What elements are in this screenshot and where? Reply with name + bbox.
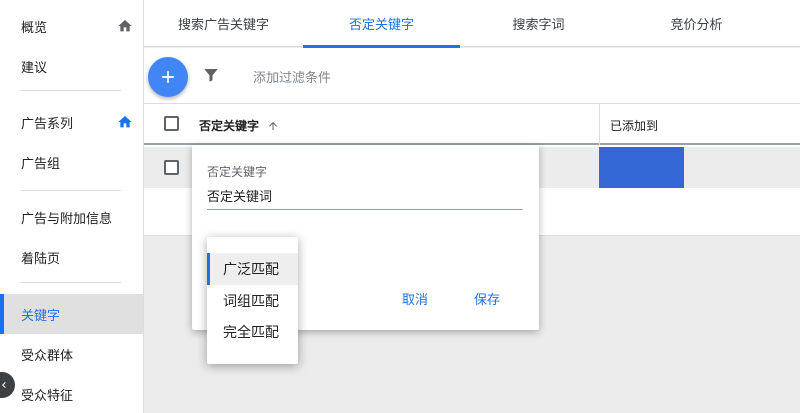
match-option-exact[interactable]: 完全匹配: [207, 316, 298, 348]
sidebar-item-demographics[interactable]: 受众特征: [0, 374, 143, 413]
row-checkbox[interactable]: [164, 160, 179, 175]
toolbar: 添加过滤条件: [144, 48, 800, 104]
chevron-left-icon: [2, 382, 6, 388]
sidebar: 概览 建议 广告系列 广告组 广告与附加信息 着陆页 关键字 受众群体 受众特征: [0, 0, 144, 413]
sidebar-item-landing-pages[interactable]: 着陆页: [0, 237, 143, 277]
sidebar-item-ad-groups[interactable]: 广告组: [0, 142, 143, 182]
tab-search-terms[interactable]: 搜索字词: [460, 0, 617, 47]
tab-negative-keywords[interactable]: 否定关键字: [303, 0, 460, 48]
sidebar-item-overview[interactable]: 概览: [0, 6, 143, 46]
sidebar-item-label: 受众群体: [21, 348, 74, 364]
column-header-label: 否定关键字: [199, 119, 260, 133]
keyword-input[interactable]: 否定关键词: [207, 186, 272, 205]
home-icon: [118, 116, 132, 128]
sidebar-item-campaigns[interactable]: 广告系列: [0, 102, 143, 142]
tab-bar: 搜索广告关键字 否定关键字 搜索字词 竞价分析: [144, 0, 800, 48]
sidebar-divider: [21, 282, 121, 283]
option-label: 词组匹配: [223, 294, 279, 310]
sidebar-item-recommendations[interactable]: 建议: [0, 46, 143, 86]
sidebar-divider: [21, 90, 121, 91]
sort-arrow-up-icon: [269, 122, 278, 130]
column-header-added-to[interactable]: 已添加到: [610, 117, 658, 134]
table-header: 否定关键字 已添加到: [144, 104, 800, 145]
match-option-broad[interactable]: 广泛匹配: [207, 253, 298, 285]
add-button[interactable]: [148, 57, 188, 97]
save-button[interactable]: 保存: [474, 289, 500, 308]
sidebar-divider: [21, 190, 121, 191]
added-to-cell: [599, 147, 684, 188]
tab-label: 搜索广告关键字: [177, 18, 269, 33]
filter-icon[interactable]: [202, 66, 220, 84]
column-header-negative-keyword[interactable]: 否定关键字: [199, 117, 279, 134]
filter-input[interactable]: 添加过滤条件: [253, 67, 331, 86]
home-icon: [118, 20, 132, 32]
column-divider: [599, 104, 600, 145]
sidebar-item-label: 着陆页: [21, 251, 61, 267]
sidebar-item-label: 广告组: [21, 156, 61, 172]
tab-label: 竞价分析: [670, 18, 723, 33]
tab-label: 搜索字词: [512, 18, 565, 33]
sidebar-item-label: 广告与附加信息: [21, 211, 113, 227]
tab-label: 否定关键字: [348, 18, 414, 33]
field-label: 否定关键字: [207, 165, 268, 179]
sidebar-item-audiences[interactable]: 受众群体: [0, 334, 143, 374]
sidebar-item-keywords[interactable]: 关键字: [0, 294, 143, 334]
sidebar-item-label: 建议: [21, 60, 48, 76]
plus-icon: [162, 71, 174, 83]
sidebar-item-ads-extensions[interactable]: 广告与附加信息: [0, 197, 143, 237]
option-label: 广泛匹配: [223, 262, 279, 278]
option-label: 完全匹配: [223, 325, 279, 341]
sidebar-item-label: 关键字: [21, 308, 61, 324]
sidebar-item-label: 受众特征: [21, 388, 74, 404]
sidebar-item-label: 概览: [21, 20, 48, 36]
tab-search-keywords[interactable]: 搜索广告关键字: [144, 0, 303, 47]
select-all-checkbox[interactable]: [164, 116, 179, 131]
input-underline: [207, 209, 523, 210]
sidebar-item-label: 广告系列: [21, 116, 74, 132]
cancel-button[interactable]: 取消: [402, 289, 428, 308]
match-type-dropdown: 广泛匹配 词组匹配 完全匹配: [207, 237, 298, 364]
tab-auction-insights[interactable]: 竞价分析: [617, 0, 776, 47]
match-option-phrase[interactable]: 词组匹配: [207, 285, 298, 317]
